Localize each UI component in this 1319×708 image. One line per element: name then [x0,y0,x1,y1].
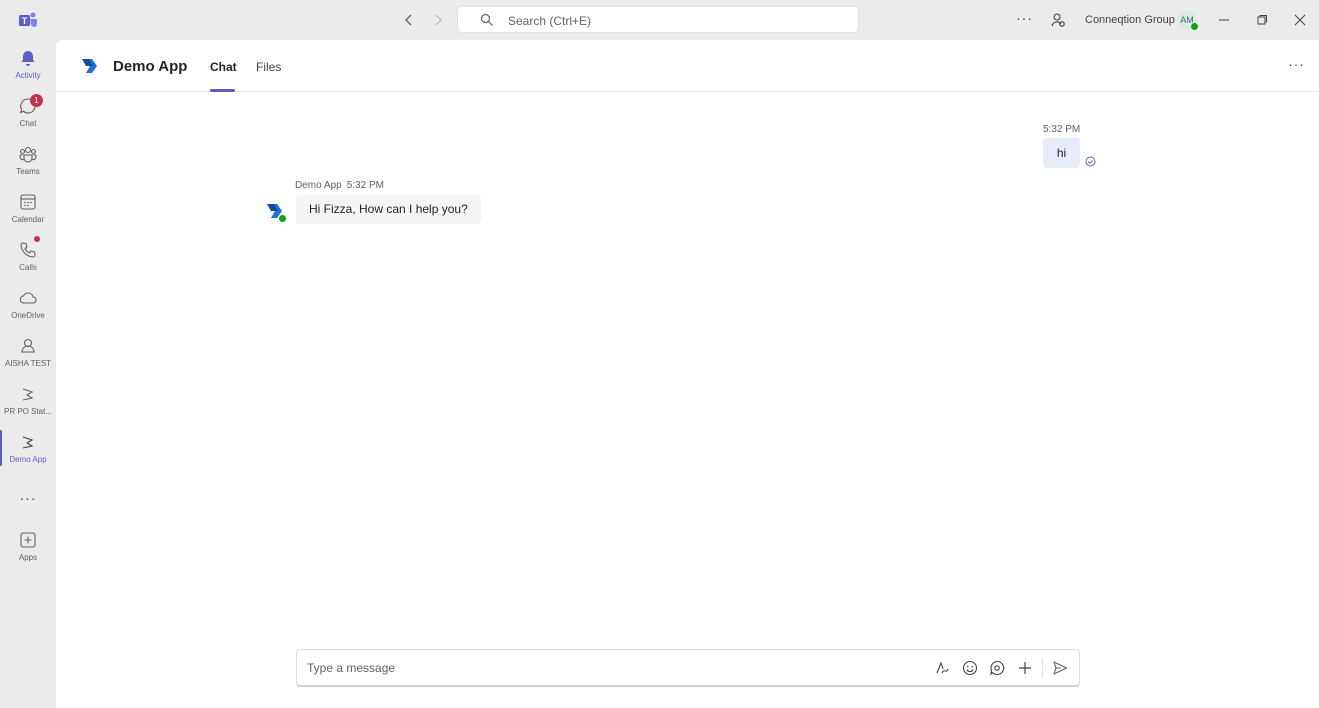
app-arrow-icon [22,436,34,449]
incoming-meta: Demo App 5:32 PM [295,180,384,191]
rail-label: Calendar [11,215,45,224]
phone-icon [20,242,36,258]
rail-item-activity[interactable]: Activity [0,44,56,90]
rail-item-onedrive[interactable]: OneDrive [0,284,56,330]
demo-app-logo-icon [82,59,97,73]
active-tab-indicator [210,89,235,92]
rail-item-pr-po-status[interactable]: PR PO Stat... [0,380,56,426]
outgoing-timestamp: 5:32 PM [1043,124,1081,135]
rail-label: Activity [15,71,41,80]
rail-label: Calls [19,263,37,272]
org-name[interactable]: Conneqtion Group [1085,14,1175,26]
incoming-timestamp: 5:32 PM [346,180,384,191]
message-compose-box[interactable]: Type a message [296,649,1080,687]
format-icon[interactable] [934,660,950,676]
compose-divider [1042,658,1043,678]
minimize-icon[interactable] [1216,12,1232,28]
loop-icon[interactable] [989,660,1005,676]
tab-files[interactable]: Files [256,60,281,74]
rail-item-calls[interactable]: Calls [0,236,56,282]
rail-label: AISHA TEST [4,359,52,368]
tab-chat[interactable]: Chat [210,60,237,74]
rail-label: Teams [16,167,40,176]
bot-app-icon [21,338,35,353]
forward-arrow-icon[interactable] [430,12,446,28]
rail-label: PR PO Stat... [3,407,52,416]
rail-item-apps[interactable]: Apps [0,526,56,572]
more-apps-icon[interactable]: ··· [0,490,56,506]
app-header: Demo App Chat Files ··· [56,40,1319,92]
search-icon [480,13,493,26]
teams-logo-icon: T [19,12,37,27]
rail-item-calendar[interactable]: Calendar [0,188,56,234]
rail-item-teams[interactable]: Teams [0,140,56,186]
notification-dot [34,236,40,242]
close-icon[interactable] [1292,12,1308,28]
person-settings-icon[interactable] [1050,12,1066,28]
rail-item-demo-app[interactable]: Demo App [0,428,56,474]
add-icon[interactable] [1017,660,1033,676]
rail-label: OneDrive [11,311,45,320]
calendar-icon [20,194,36,210]
search-placeholder: Search (Ctrl+E) [508,14,592,28]
restore-icon[interactable] [1254,12,1270,28]
emoji-icon[interactable] [962,660,978,676]
presence-available-icon [1190,22,1199,31]
app-rail: Activity 1 Chat Teams Calendar Calls One… [0,40,56,708]
unread-badge: 1 [30,94,43,107]
presence-available-icon [278,214,287,223]
user-avatar[interactable]: AM [1177,10,1199,31]
more-options-icon[interactable]: ··· [1016,10,1033,26]
rail-label: Chat [19,119,37,128]
svg-text:T: T [22,16,28,26]
sender-name: Demo App [295,180,342,191]
bell-icon [21,51,35,66]
title-bar: T Search (Ctrl+E) ··· Conneqtion Group A… [0,0,1319,40]
message-input[interactable]: Type a message [307,661,395,675]
send-icon[interactable] [1052,660,1068,676]
app-arrow-icon [22,388,34,401]
rail-label: Apps [18,553,38,562]
add-apps-icon [20,532,36,548]
cloud-icon [19,292,37,304]
incoming-message[interactable]: Hi Fizza, How can I help you? [296,195,481,224]
search-input[interactable]: Search (Ctrl+E) [457,6,859,33]
app-title: Demo App [113,58,188,75]
rail-item-chat[interactable]: 1 Chat [0,92,56,138]
outgoing-message[interactable]: hi [1043,138,1080,168]
rail-label: Demo App [9,455,47,464]
header-more-icon[interactable]: ··· [1288,56,1305,72]
main-panel: Demo App Chat Files ··· 5:32 PM hi Demo … [56,40,1319,708]
rail-item-aisha-test[interactable]: AISHA TEST [0,332,56,378]
back-arrow-icon[interactable] [401,12,417,28]
sent-status-icon [1085,156,1096,167]
bot-avatar[interactable] [266,202,287,223]
teams-icon [19,146,37,163]
